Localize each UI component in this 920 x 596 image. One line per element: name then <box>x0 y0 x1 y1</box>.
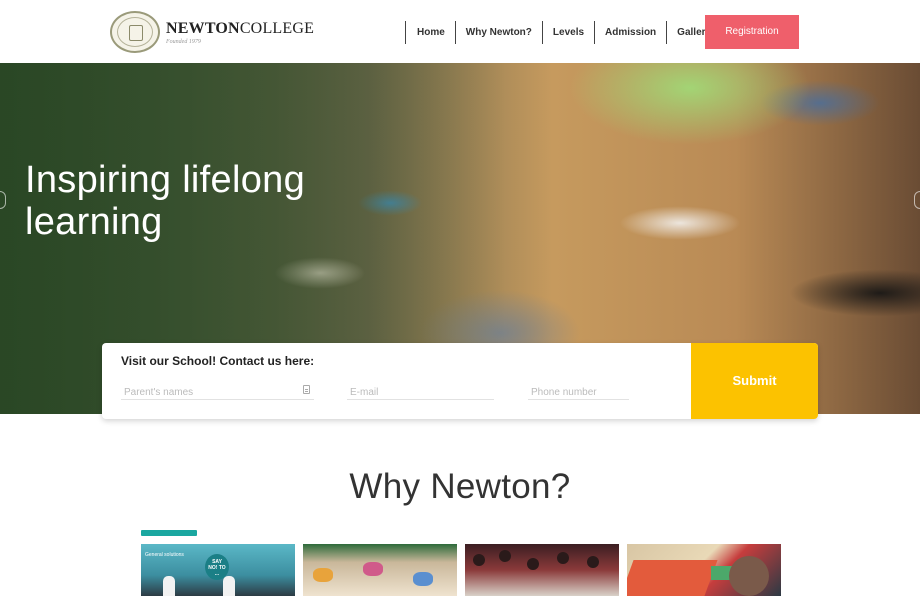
why-card-presentation[interactable]: General solutions SAY NO! TO ... <box>141 544 295 596</box>
nav-why-newton[interactable]: Why Newton? <box>454 21 542 44</box>
main-nav: Home Why Newton? Levels Admission Galler… <box>405 21 721 44</box>
phone-field <box>528 382 629 402</box>
student-head <box>527 558 539 570</box>
logo-name-rest: COLLEGE <box>239 19 315 37</box>
submit-button[interactable]: Submit <box>691 343 818 419</box>
logo-name: NEWTONCOLLEGE <box>166 20 314 38</box>
hero-title: Inspiring lifelong learning <box>25 159 365 243</box>
paint-splash <box>413 572 433 586</box>
parents-name-field <box>121 382 314 402</box>
why-card-classroom[interactable] <box>627 544 781 596</box>
contact-card-icon <box>303 385 310 394</box>
student-head <box>557 552 569 564</box>
phone-input[interactable] <box>528 383 629 402</box>
logo-text: NEWTONCOLLEGE Founded 1979 <box>166 20 314 45</box>
hero-title-line1: Inspiring lifelong <box>25 159 306 201</box>
parents-name-input[interactable] <box>121 383 314 402</box>
email-field <box>347 382 494 402</box>
college-seal-icon <box>110 11 160 53</box>
student-head <box>587 556 599 568</box>
email-input[interactable] <box>347 383 494 402</box>
student-figure <box>223 576 235 596</box>
why-card-art[interactable] <box>303 544 457 596</box>
paint-splash <box>363 562 383 576</box>
student-figure <box>163 576 175 596</box>
site-header: NEWTONCOLLEGE Founded 1979 Home Why Newt… <box>0 0 920 63</box>
student-head <box>473 554 485 566</box>
why-card-music[interactable] <box>465 544 619 596</box>
nav-home[interactable]: Home <box>405 21 455 44</box>
contact-form: Visit our School! Contact us here: Submi… <box>102 343 818 419</box>
student-head <box>499 550 511 562</box>
why-newton-title: Why Newton? <box>349 467 571 506</box>
speech-bubble-text: SAY NO! TO ... <box>208 559 226 577</box>
newton-college-logo[interactable]: NEWTONCOLLEGE Founded 1979 <box>110 11 314 53</box>
card-slide-label: General solutions <box>145 552 184 558</box>
why-newton-cards: General solutions SAY NO! TO ... <box>141 544 781 596</box>
registration-button[interactable]: Registration <box>705 15 799 49</box>
logo-name-bold: NEWTON <box>166 19 240 37</box>
section-accent-bar <box>141 530 197 536</box>
nav-levels[interactable]: Levels <box>541 21 594 44</box>
nav-admission[interactable]: Admission <box>594 21 666 44</box>
logo-founded: Founded 1979 <box>166 38 201 45</box>
hero-title-line2: learning <box>25 201 163 243</box>
carousel-next-icon[interactable] <box>914 191 920 209</box>
child-figure <box>729 556 769 596</box>
play-mat <box>627 560 718 596</box>
contact-title: Visit our School! Contact us here: <box>121 354 315 368</box>
paint-splash <box>313 568 333 582</box>
